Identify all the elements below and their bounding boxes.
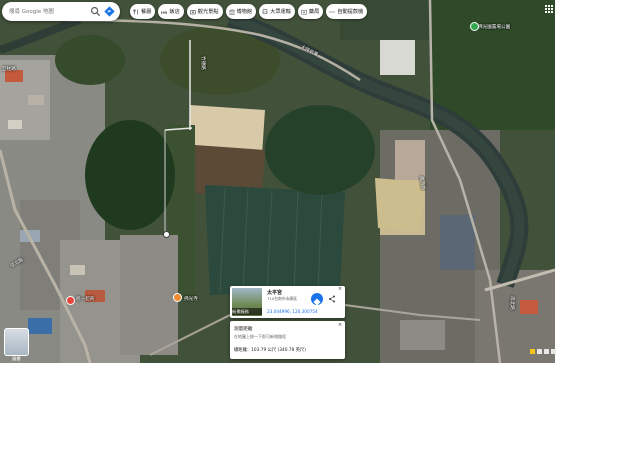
chip-attractions[interactable]: 觀光景點 <box>186 4 223 19</box>
chip-restaurant[interactable]: 餐廳 <box>130 4 156 19</box>
place-address: 710台南市永康區 <box>267 296 298 301</box>
directions-button[interactable] <box>311 293 323 306</box>
chip-label: 飯店 <box>169 9 180 15</box>
chip-museum[interactable]: 博物館 <box>225 4 257 19</box>
store-label[interactable]: 統一超商 <box>76 296 94 302</box>
road-label-2: 竹德路 <box>199 56 205 70</box>
bottom-controls <box>530 349 556 354</box>
road-label-5: 南北路 <box>508 296 514 310</box>
map-app: 大排圳溝 佛光園農場公園 亞柱路 竹德路 鳳頂路 佳北路 南北路 統一超商 佛光… <box>0 0 640 450</box>
chip-pharmacy[interactable]: 藥局 <box>297 4 324 19</box>
search-box[interactable] <box>2 2 120 21</box>
chip-label: 大眾運輸 <box>270 9 291 15</box>
search-icon[interactable] <box>90 6 101 17</box>
zoom-control[interactable] <box>537 349 542 354</box>
chip-label: 觀光景點 <box>197 9 219 15</box>
museum-icon <box>227 8 236 15</box>
temple-label[interactable]: 佛光寺 <box>184 296 198 302</box>
chip-label: 餐廳 <box>141 9 152 15</box>
place-name: 太平宮 <box>267 290 283 296</box>
street-view-tag: 街景服務 <box>232 308 262 315</box>
pegman-icon[interactable] <box>530 349 535 354</box>
close-measure-icon[interactable]: × <box>338 322 342 328</box>
pharmacy-icon <box>301 9 307 15</box>
measure-total: 總距離：103.79 公尺 (340.78 英尺) <box>234 348 306 353</box>
place-coordinates[interactable]: 23.044996, 120.300754 <box>267 309 318 314</box>
chip-label: 藥局 <box>308 9 320 15</box>
measure-distance-card: 測量距離 在地圖上按一下即可新增路徑 總距離：103.79 公尺 (340.78… <box>230 321 345 359</box>
measure-title: 測量距離 <box>234 327 253 332</box>
temple-marker-icon[interactable] <box>173 293 182 302</box>
camera-icon <box>189 9 196 15</box>
bus-icon <box>262 8 268 15</box>
apps-grid-icon[interactable] <box>545 5 553 13</box>
more-icon <box>329 9 335 15</box>
utensils-icon <box>133 9 139 15</box>
directions-icon[interactable] <box>104 6 115 17</box>
category-chips: 餐廳 飯店 觀光景點 博物館 大眾運輸 藥局 自動提款機 <box>130 4 368 19</box>
chip-atm[interactable]: 自動提款機 <box>326 4 368 19</box>
chip-label: 自動提款機 <box>337 9 364 15</box>
directions-arrow-icon <box>313 298 321 306</box>
park-label[interactable]: 佛光園農場公園 <box>478 24 510 30</box>
close-icon[interactable]: × <box>338 286 342 292</box>
share-icon[interactable] <box>328 295 336 303</box>
measure-point-icon[interactable] <box>163 231 170 238</box>
fullscreen-icon[interactable] <box>544 349 549 354</box>
store-marker-icon[interactable] <box>66 296 75 305</box>
chip-hotel[interactable]: 飯店 <box>158 4 184 19</box>
park-marker-icon[interactable] <box>470 22 479 31</box>
place-card[interactable]: 街景服務 太平宮 710台南市永康區 23.044996, 120.300754… <box>230 286 345 318</box>
scale-control[interactable] <box>551 349 556 354</box>
street-view-thumbnail[interactable]: 街景服務 <box>232 288 262 316</box>
chip-label: 博物館 <box>236 9 253 15</box>
search-input[interactable] <box>9 4 87 19</box>
measure-hint: 在地圖上按一下即可新增路徑 <box>234 334 286 339</box>
chip-transit[interactable]: 大眾運輸 <box>259 4 295 19</box>
hotel-icon <box>161 9 168 15</box>
layers-label: 圖層 <box>12 356 21 361</box>
road-label-1: 亞柱路 <box>2 67 16 72</box>
layers-button[interactable]: 圖層 <box>4 328 29 361</box>
